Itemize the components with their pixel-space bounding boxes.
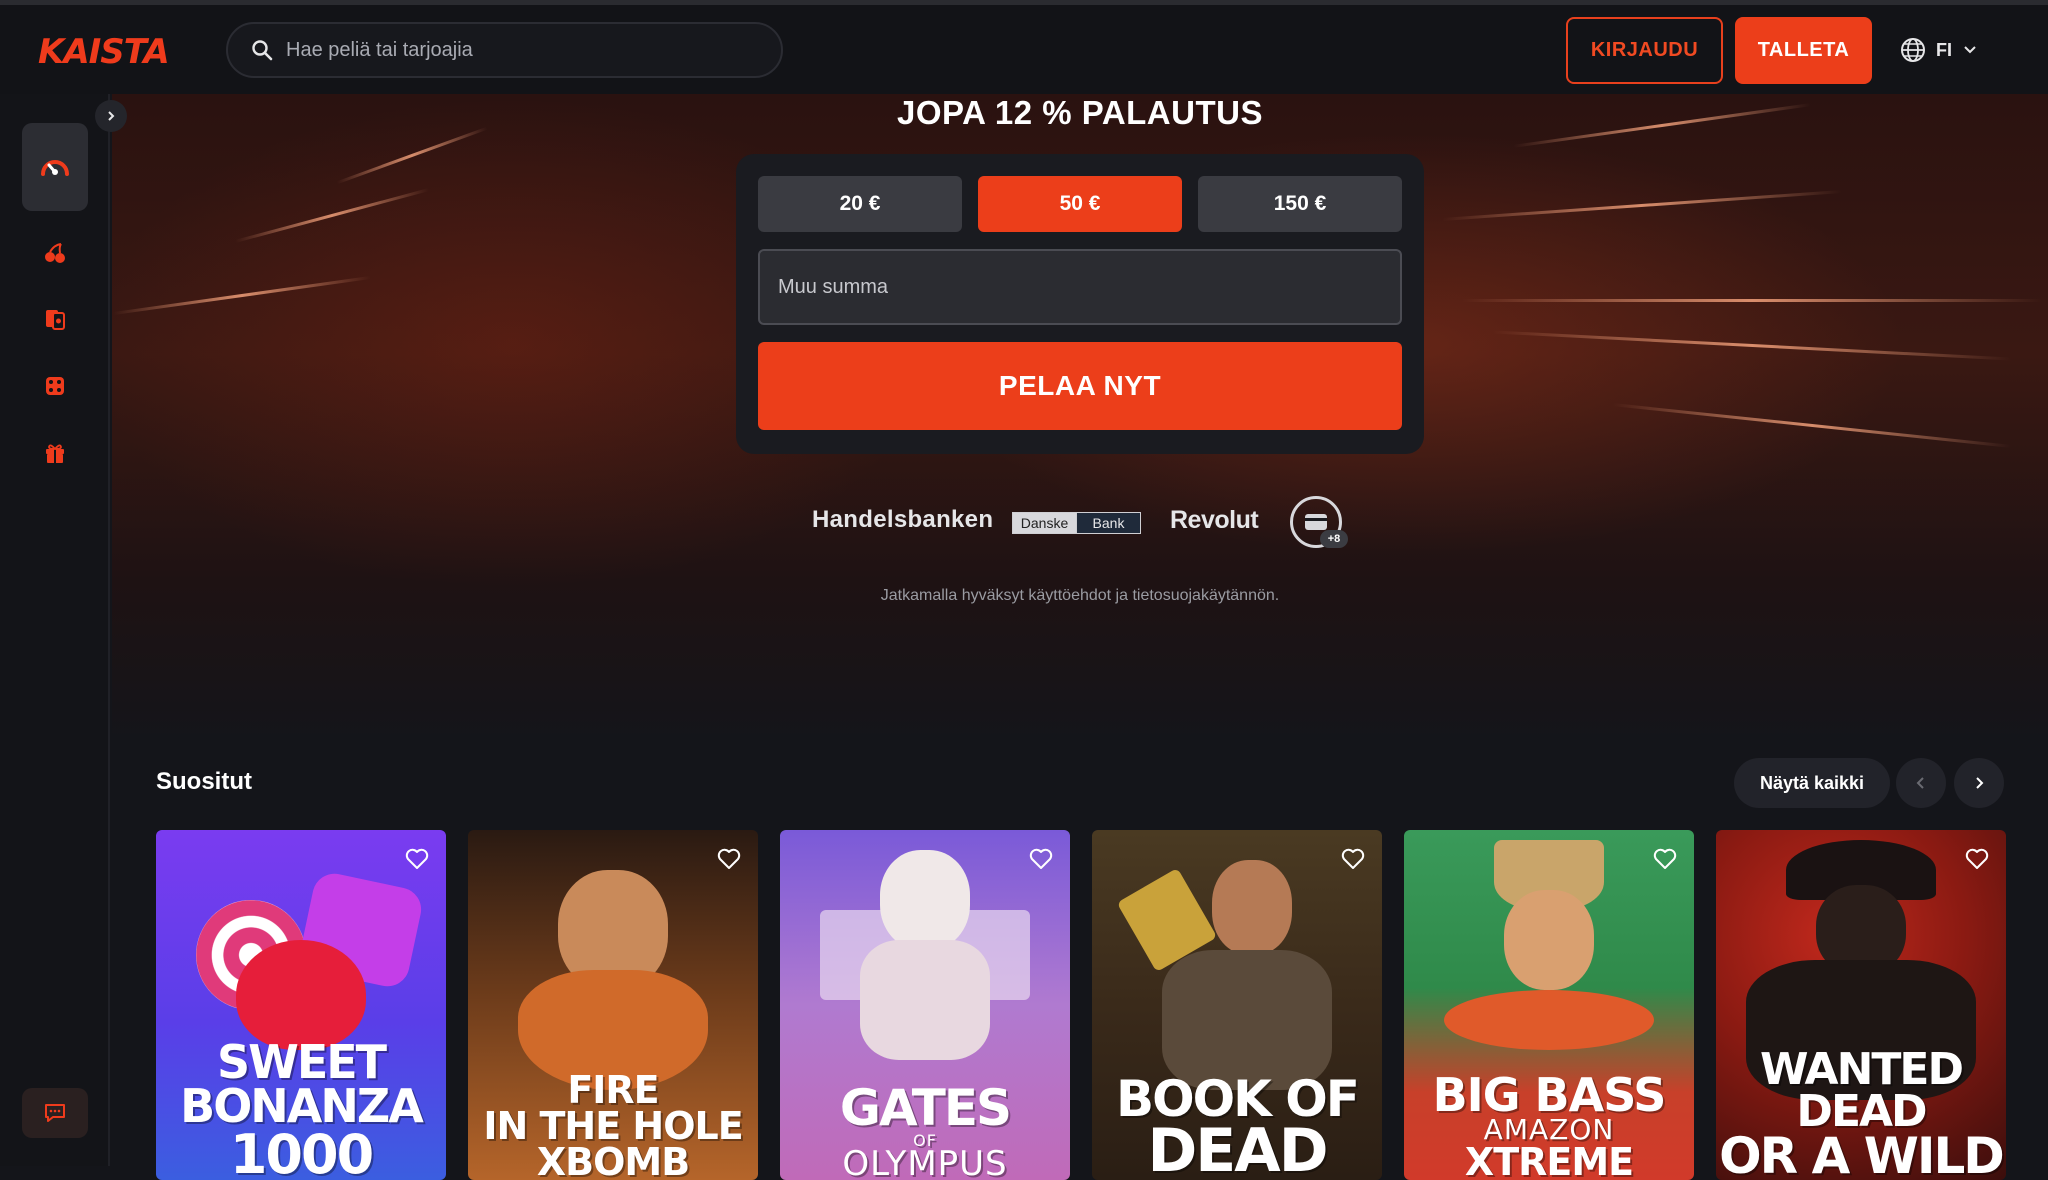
danske-bank-logo-right: Bank	[1076, 513, 1140, 533]
favorite-heart-icon[interactable]	[1028, 846, 1054, 872]
game-card[interactable]: WANTED DEAD OR A WILD	[1716, 830, 2006, 1180]
light-streak	[113, 276, 371, 315]
sidebar-item-slots[interactable]	[40, 238, 70, 268]
danske-bank-logo: Danske Bank	[1012, 512, 1141, 534]
heart-candy-art	[236, 940, 366, 1050]
cards-icon	[44, 307, 66, 331]
revolut-logo: Revolut	[1170, 506, 1258, 535]
play-now-button[interactable]: PELAA NYT	[758, 342, 1402, 430]
deposit-button[interactable]: TALLETA	[1735, 17, 1872, 84]
adventurer-face-art	[1212, 860, 1292, 955]
chat-button[interactable]	[22, 1088, 88, 1138]
carousel-prev-button[interactable]	[1896, 758, 1946, 808]
light-streak	[336, 127, 487, 185]
game-title: BOOK OF DEAD	[1092, 1076, 1382, 1180]
game-carousel: SWEET BONANZA 1000 FIRE IN THE HOLE XBOM…	[156, 830, 2006, 1166]
zeus-body-art	[860, 940, 990, 1060]
search-placeholder: Hae peliä tai tarjoajia	[286, 39, 473, 62]
favorite-heart-icon[interactable]	[1340, 846, 1366, 872]
favorite-heart-icon[interactable]	[404, 846, 430, 872]
hero-banner: JOPA 12 % PALAUTUS 20 € 50 € 150 € Muu s…	[112, 94, 2048, 744]
other-amount-input[interactable]: Muu summa	[758, 249, 1402, 325]
sidebar-item-sports[interactable]	[22, 123, 88, 211]
login-button[interactable]: KIRJAUDU	[1566, 17, 1723, 84]
handelsbanken-logo: Handelsbanken	[812, 506, 993, 534]
amount-option-20[interactable]: 20 €	[758, 176, 962, 232]
hero-title: JOPA 12 % PALAUTUS	[112, 94, 2048, 132]
chevron-right-icon	[104, 109, 118, 123]
game-title: SWEET BONANZA 1000	[156, 1041, 446, 1180]
kaista-logo[interactable]: KAISTA	[36, 31, 196, 71]
gift-icon	[44, 442, 66, 464]
sidebar-item-promotions[interactable]	[40, 438, 70, 468]
light-streak	[235, 188, 429, 243]
speedometer-icon	[38, 150, 72, 184]
amount-option-150[interactable]: 150 €	[1198, 176, 1402, 232]
language-selector[interactable]: FI	[1900, 35, 1978, 65]
danske-bank-logo-left: Danske	[1013, 513, 1076, 533]
dice-icon	[44, 375, 66, 397]
search-icon	[250, 38, 274, 62]
favorite-heart-icon[interactable]	[1652, 846, 1678, 872]
language-code: FI	[1936, 40, 1952, 61]
cherries-icon	[44, 242, 66, 264]
amount-option-50[interactable]: 50 €	[978, 176, 1182, 232]
sidebar-item-live-casino[interactable]	[40, 371, 70, 401]
favorite-heart-icon[interactable]	[716, 846, 742, 872]
svg-text:KAISTA: KAISTA	[38, 32, 169, 71]
chevron-down-icon	[1962, 42, 1978, 58]
more-count-badge: +8	[1320, 530, 1348, 548]
game-card[interactable]: BIG BASS AMAZON XTREME	[1404, 830, 1694, 1180]
sidebar	[0, 94, 110, 1166]
chevron-left-icon	[1913, 775, 1929, 791]
search-input[interactable]: Hae peliä tai tarjoajia	[226, 22, 783, 78]
light-streak	[1613, 403, 2011, 448]
game-card[interactable]: GATES OF OLYMPUS	[780, 830, 1070, 1180]
sidebar-item-table-games[interactable]	[40, 304, 70, 334]
game-card[interactable]: SWEET BONANZA 1000	[156, 830, 446, 1180]
favorite-heart-icon[interactable]	[1964, 846, 1990, 872]
game-title: FIRE IN THE HOLE XBOMB	[468, 1072, 758, 1180]
terms-text: Jatkamalla hyväksyt käyttöehdot ja tieto…	[112, 587, 2048, 605]
chat-icon	[43, 1102, 67, 1124]
chevron-right-icon	[1971, 775, 1987, 791]
adventurer-body-art	[1162, 950, 1332, 1090]
fisherman-face-art	[1504, 890, 1594, 990]
light-streak	[1492, 330, 2011, 360]
zeus-art	[880, 850, 970, 950]
show-all-button[interactable]: Näytä kaikki	[1734, 758, 1890, 808]
light-streak	[1442, 190, 1841, 221]
game-card[interactable]: FIRE IN THE HOLE XBOMB	[468, 830, 758, 1180]
game-title: WANTED DEAD OR A WILD	[1716, 1049, 2006, 1180]
sidebar-toggle-button[interactable]	[95, 100, 127, 132]
header: KAISTA Hae peliä tai tarjoajia KIRJAUDU …	[0, 5, 2048, 94]
game-title: BIG BASS AMAZON XTREME	[1404, 1074, 1694, 1180]
carousel-next-button[interactable]	[1954, 758, 2004, 808]
light-streak	[1462, 299, 2042, 302]
credit-card-icon	[1303, 512, 1329, 532]
fish-art	[1444, 990, 1654, 1050]
deposit-panel: 20 € 50 € 150 € Muu summa PELAA NYT	[736, 154, 1424, 454]
game-card[interactable]: BOOK OF DEAD	[1092, 830, 1382, 1180]
section-title: Suositut	[156, 768, 252, 796]
globe-icon	[1900, 37, 1926, 63]
